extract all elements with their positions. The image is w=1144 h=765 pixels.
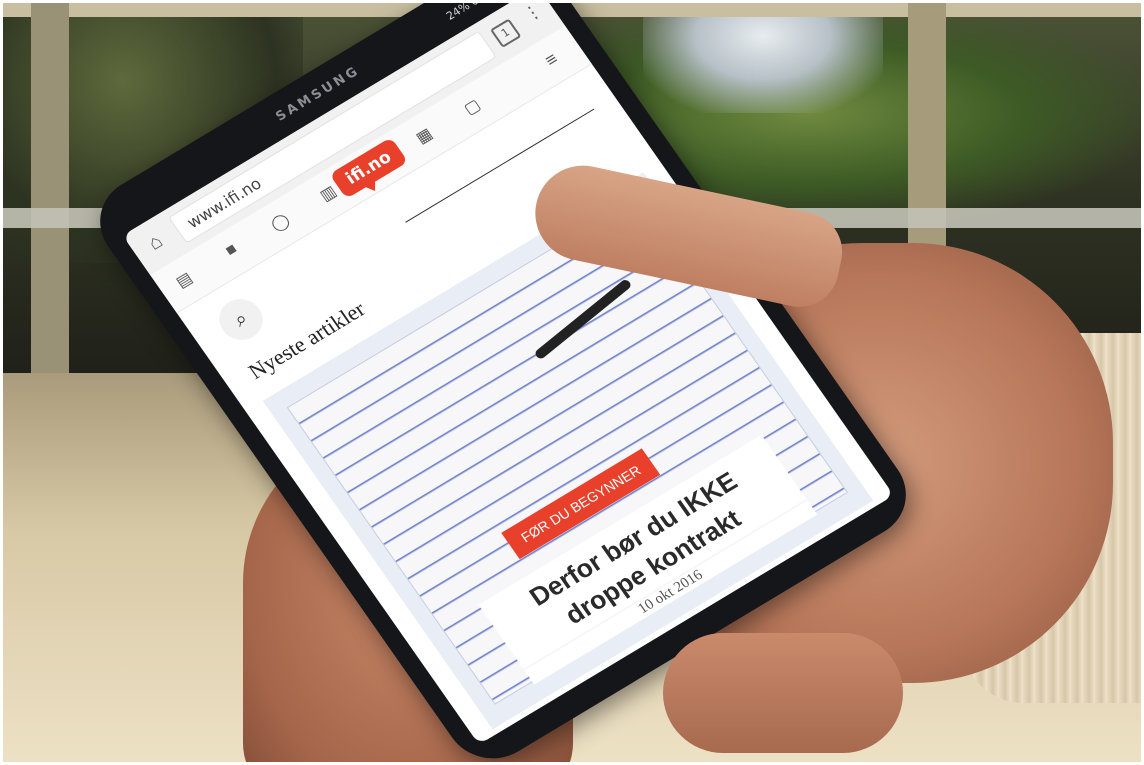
window-frame-left: [31, 3, 69, 383]
document-icon[interactable]: ▤: [169, 266, 199, 294]
info-icon[interactable]: ▢: [457, 93, 487, 121]
browser-menu-icon[interactable]: ⋮: [519, 3, 547, 26]
photo: SAMSUNG 24% 09:07 ⌂ www.ifi.no 1 ⋮ ▤ ■ ◯…: [3, 3, 1141, 762]
grid-icon[interactable]: ▦: [409, 122, 439, 150]
search-button[interactable]: ⌕: [210, 291, 272, 348]
sky: [643, 3, 883, 113]
tabs-button[interactable]: 1: [489, 18, 522, 48]
home-icon[interactable]: ⌂: [140, 228, 172, 257]
chat-icon[interactable]: ◯: [265, 209, 295, 237]
window-frame-right: [908, 3, 946, 273]
search-icon: ⌕: [229, 307, 253, 332]
video-icon[interactable]: ■: [217, 237, 246, 263]
left-thumb: [663, 633, 903, 753]
